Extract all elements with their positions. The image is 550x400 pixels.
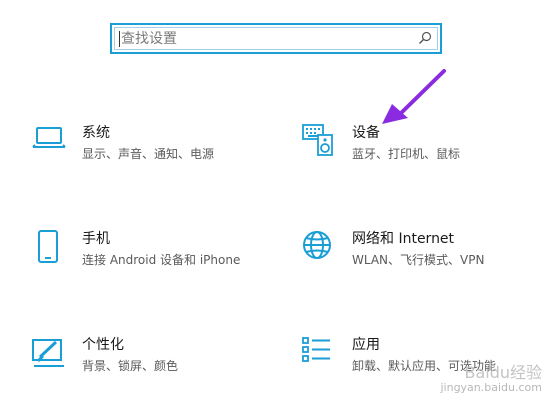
tile-network-title: 网络和 Internet [352,231,455,247]
keyboard-speaker-icon [302,124,333,156]
tile-personalization[interactable]: 个性化 背景、锁屏、颜色 [32,336,252,386]
search-box[interactable]: 查找设置 [110,23,442,54]
tile-phone-desc: 连接 Android 设备和 iPhone [82,253,241,267]
watermark: Baidu经验 jingyan.baidu.com [440,364,542,394]
tile-devices[interactable]: 设备 蓝牙、打印机、鼠标 [302,124,522,174]
tile-system-title: 系统 [82,125,110,141]
tile-personalization-desc: 背景、锁屏、颜色 [82,359,179,373]
tile-network[interactable]: 网络和 Internet WLAN、飞行模式、VPN [302,230,522,280]
globe-icon [303,231,331,259]
tile-phone[interactable]: 手机 连接 Android 设备和 iPhone [32,230,252,280]
phone-icon [38,230,58,263]
annotation-arrow-icon [382,69,446,124]
tile-devices-desc: 蓝牙、打印机、鼠标 [352,147,461,161]
search-placeholder: 查找设置 [121,31,177,47]
tile-network-desc: WLAN、飞行模式、VPN [352,253,485,267]
tile-system[interactable]: 系统 显示、声音、通知、电源 [32,124,252,174]
watermark-url: jingyan.baidu.com [440,381,542,394]
tile-personalization-title: 个性化 [82,337,124,353]
paintbrush-icon [32,339,64,367]
settings-home: 查找设置 系统 显示、声音、通知、电源 设备 蓝牙、打印机、鼠标 手机 连接 A… [0,0,550,400]
laptop-icon [32,127,66,148]
app-list-icon [302,337,330,362]
watermark-logo-text: Baidu经验 [464,363,542,382]
text-caret [119,31,120,47]
tile-phone-title: 手机 [82,231,110,247]
tile-devices-title: 设备 [352,125,380,141]
search-icon[interactable] [418,31,432,45]
tile-system-desc: 显示、声音、通知、电源 [82,147,215,161]
tile-apps-title: 应用 [352,337,380,353]
